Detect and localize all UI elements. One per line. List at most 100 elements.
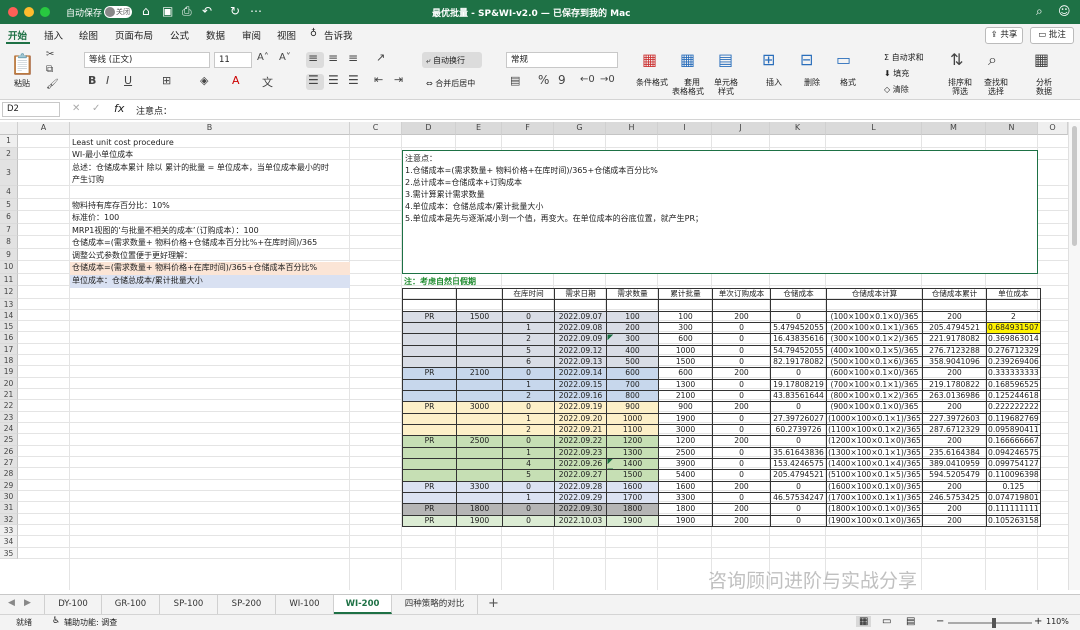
- sheet-tab-comparison[interactable]: 四种策略的对比: [392, 595, 478, 614]
- table-cell[interactable]: 0.684931507: [986, 321, 1041, 335]
- col-header-b[interactable]: B: [70, 122, 350, 135]
- function-icon[interactable]: fx: [114, 102, 124, 115]
- table-cell[interactable]: 0: [770, 435, 827, 448]
- align-right-icon[interactable]: ☰: [348, 73, 359, 87]
- table-cell[interactable]: 0: [770, 480, 827, 493]
- table-cell[interactable]: 54.79452055: [770, 344, 827, 357]
- row-header[interactable]: 8: [0, 236, 18, 249]
- table-cell[interactable]: PR: [402, 503, 457, 516]
- table-cell[interactable]: 800: [606, 389, 659, 403]
- col-header-n[interactable]: N: [986, 122, 1038, 135]
- format-cells-icon[interactable]: ▭: [836, 50, 851, 69]
- table-cell[interactable]: (900×100×0.1×0)/365: [826, 401, 923, 414]
- table-cell[interactable]: [402, 355, 457, 369]
- row-header[interactable]: 13: [0, 298, 18, 310]
- table-cell[interactable]: [402, 389, 457, 403]
- table-cell[interactable]: 0.074719801: [986, 491, 1041, 505]
- table-cell[interactable]: 0.099754127: [986, 457, 1041, 471]
- wrap-text-button[interactable]: ⤶ 自动换行: [426, 55, 465, 66]
- table-cell[interactable]: 227.3972603: [922, 412, 987, 425]
- row-header[interactable]: 4: [0, 186, 18, 199]
- table-header-cell[interactable]: 仓储成本: [770, 287, 827, 301]
- table-cell[interactable]: 5: [502, 344, 555, 357]
- table-cell[interactable]: 2022.09.19: [554, 401, 607, 414]
- bold-icon[interactable]: B: [88, 74, 96, 87]
- table-cell[interactable]: 35.61643836: [770, 446, 827, 459]
- cell-b3-line1[interactable]: 总述：仓储成本累计 除以 累计的批量 = 单位成本，当单位成本最小的时: [70, 162, 331, 174]
- table-cell[interactable]: (1700×100×0.1×1)/365: [826, 491, 923, 505]
- account-icon[interactable]: ☺: [1058, 4, 1071, 18]
- sheet-tab-sp-100[interactable]: SP-100: [160, 595, 218, 614]
- cell-b10[interactable]: 仓储成本=(需求数量+ 物料价格+在库时间)/365+仓储成本百分比%: [70, 262, 350, 275]
- table-cell[interactable]: 1900: [658, 412, 713, 425]
- table-header-cell[interactable]: 仓储成本累计: [922, 287, 987, 301]
- table-cell[interactable]: 2022.09.28: [554, 480, 607, 493]
- col-header-k[interactable]: K: [770, 122, 826, 135]
- table-cell[interactable]: 2022.10.03: [554, 514, 607, 527]
- table-cell[interactable]: 2022.09.29: [554, 491, 607, 505]
- cancel-icon[interactable]: ✕: [72, 103, 80, 114]
- table-cell[interactable]: 1300: [606, 446, 659, 459]
- table-cell[interactable]: 0: [502, 367, 555, 380]
- table-cell[interactable]: (800×100×0.1×2)/365: [826, 389, 923, 403]
- scroll-left-icon[interactable]: ◀: [8, 598, 15, 608]
- table-cell[interactable]: 2022.09.09: [554, 333, 607, 346]
- table-cell[interactable]: 0.095890411: [986, 423, 1041, 437]
- enter-icon[interactable]: ✓: [92, 103, 100, 114]
- scroll-right-icon[interactable]: ▶: [24, 598, 31, 608]
- table-cell[interactable]: 1900: [658, 514, 713, 527]
- row-header[interactable]: 14: [0, 309, 18, 322]
- table-cell[interactable]: 205.4794521: [770, 469, 827, 482]
- table-cell[interactable]: 0.276712329: [986, 344, 1041, 357]
- table-cell[interactable]: (1000×100×0.1×1)/365: [826, 412, 923, 425]
- row-header[interactable]: 19: [0, 366, 18, 378]
- cell-styles-icon[interactable]: ▤: [718, 50, 733, 69]
- conditional-format-label[interactable]: 条件格式: [636, 77, 668, 88]
- table-cell[interactable]: 1900: [606, 514, 659, 527]
- conditional-format-icon[interactable]: ▦: [642, 50, 657, 69]
- table-cell[interactable]: 1300: [658, 378, 713, 391]
- row-header[interactable]: 2: [0, 147, 18, 160]
- table-cell[interactable]: 205.4794521: [922, 321, 987, 335]
- table-cell[interactable]: 0: [712, 457, 771, 471]
- table-cell[interactable]: 1000: [658, 344, 713, 357]
- table-cell[interactable]: 0.125: [986, 480, 1041, 493]
- col-header-a[interactable]: A: [18, 122, 70, 135]
- table-cell[interactable]: 900: [606, 401, 659, 414]
- table-cell[interactable]: 0.168596525: [986, 378, 1041, 391]
- table-cell[interactable]: 200: [712, 480, 771, 493]
- align-left-icon[interactable]: ☰: [308, 73, 319, 87]
- col-header-m[interactable]: M: [922, 122, 986, 135]
- table-cell[interactable]: (1400×100×0.1×4)/365: [826, 457, 923, 471]
- align-center-icon[interactable]: ☰: [328, 73, 339, 87]
- increase-decimal-icon[interactable]: ←0: [580, 74, 595, 85]
- save-icon[interactable]: ▣: [162, 4, 173, 18]
- table-cell[interactable]: 200: [922, 435, 987, 448]
- table-cell[interactable]: (600×100×0.1×0)/365: [826, 367, 923, 380]
- table-cell[interactable]: 0.239269406: [986, 355, 1041, 369]
- table-cell[interactable]: 1100: [606, 423, 659, 437]
- cell-b1[interactable]: Least unit cost procedure: [70, 137, 176, 149]
- table-cell[interactable]: (200×100×0.1×1)/365: [826, 321, 923, 335]
- table-cell[interactable]: [402, 378, 457, 391]
- table-cell[interactable]: [456, 378, 503, 391]
- table-cell[interactable]: 2022.09.23: [554, 446, 607, 459]
- table-cell[interactable]: 0: [770, 514, 827, 527]
- decrease-decimal-icon[interactable]: →0: [600, 74, 615, 85]
- table-cell[interactable]: (700×100×0.1×1)/365: [826, 378, 923, 391]
- page-layout-view-icon[interactable]: ▭: [882, 616, 891, 627]
- table-cell[interactable]: 500: [606, 355, 659, 369]
- accounting-icon[interactable]: ▤: [510, 74, 520, 87]
- table-cell[interactable]: 1200: [658, 435, 713, 448]
- table-cell[interactable]: 0.369863014: [986, 333, 1041, 346]
- col-header-d[interactable]: D: [402, 122, 456, 135]
- cell-b7[interactable]: MRP1视图的‘与批量不相关的成本’（订购成本）：100: [70, 225, 261, 237]
- row-header[interactable]: 1: [0, 135, 18, 148]
- table-cell[interactable]: 300: [658, 321, 713, 335]
- autosum-button[interactable]: Σ 自动求和: [884, 52, 924, 63]
- table-cell[interactable]: PR: [402, 480, 457, 493]
- table-cell[interactable]: 0.110096398: [986, 469, 1041, 482]
- cell-styles-label-2[interactable]: 样式: [718, 86, 734, 97]
- autosave-toggle[interactable]: 关闭: [104, 6, 132, 18]
- table-cell[interactable]: 4: [502, 457, 555, 471]
